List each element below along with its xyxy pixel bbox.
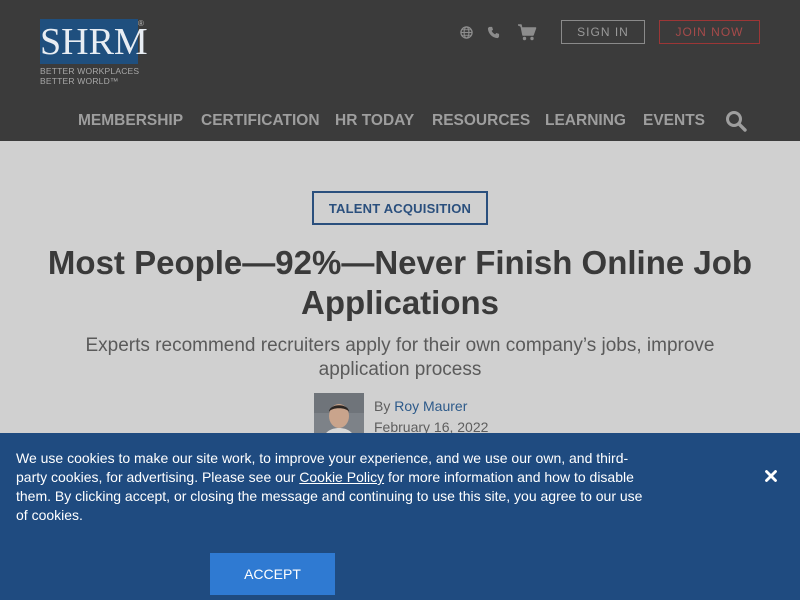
logo-tagline-line2: BETTER WORLD™	[40, 75, 119, 86]
nav-certification[interactable]: CERTIFICATION	[201, 110, 320, 132]
logo-box: SHRM	[40, 19, 148, 64]
sign-in-button[interactable]: SIGN IN	[561, 20, 645, 44]
cookie-message: We use cookies to make our site work, to…	[16, 449, 656, 525]
site-header: SHRM ® BETTER WORKPLACES BETTER WORLD™ S…	[0, 0, 800, 141]
author-link[interactable]: Roy Maurer	[394, 398, 467, 414]
cart-icon[interactable]	[516, 20, 538, 44]
search-icon[interactable]	[725, 110, 749, 134]
logo-tagline: BETTER WORKPLACES BETTER WORLD™	[40, 66, 139, 86]
globe-icon[interactable]	[458, 20, 474, 44]
nav-hr-today[interactable]: HR TODAY	[335, 110, 414, 132]
article-subtitle: Experts recommend recruiters apply for t…	[85, 335, 715, 380]
nav-events[interactable]: EVENTS	[643, 110, 705, 132]
logo-registered-mark: ®	[138, 19, 144, 28]
cookie-policy-link[interactable]: Cookie Policy	[299, 469, 384, 485]
accept-button[interactable]: ACCEPT	[210, 553, 335, 595]
nav-membership[interactable]: MEMBERSHIP	[78, 110, 183, 132]
phone-icon[interactable]	[485, 20, 501, 44]
byline: By Roy Maurer	[374, 397, 467, 415]
join-now-button[interactable]: JOIN NOW	[659, 20, 760, 44]
article-title: Most People—92%—Never Finish Online Job …	[47, 244, 753, 321]
shrm-logo[interactable]: SHRM ® BETTER WORKPLACES BETTER WORLD™	[40, 19, 150, 86]
nav-learning[interactable]: LEARNING	[545, 110, 626, 132]
cookie-banner: We use cookies to make our site work, to…	[0, 433, 800, 600]
byline-prefix: By	[374, 398, 391, 414]
category-tag[interactable]: TALENT ACQUISITION	[312, 191, 488, 225]
close-icon[interactable]	[762, 467, 780, 485]
nav-resources[interactable]: RESOURCES	[432, 110, 530, 132]
logo-wordmark: SHRM	[40, 21, 148, 63]
